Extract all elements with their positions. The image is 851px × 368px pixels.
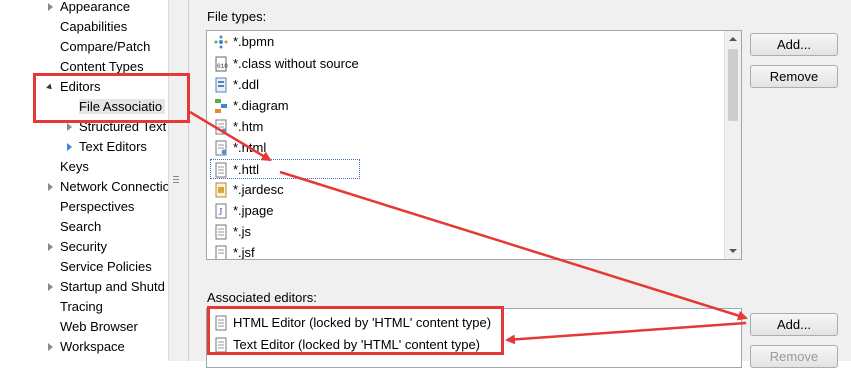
tree-item-perspectives[interactable]: Perspectives xyxy=(60,197,134,217)
list-item[interactable]: *.diagram xyxy=(211,96,721,116)
tree-item-network-connections[interactable]: Network Connectio xyxy=(46,177,170,197)
expand-arrow-icon[interactable] xyxy=(46,337,56,357)
tree-item-content-types[interactable]: Content Types xyxy=(60,57,144,77)
expand-arrow-icon[interactable] xyxy=(46,0,56,17)
html-file-icon xyxy=(215,119,227,135)
file-types-list[interactable]: *.bpmn 010 *.class without source *.ddl … xyxy=(206,30,742,260)
preferences-tree: Appearance Capabilities Compare/Patch Co… xyxy=(0,0,170,361)
list-item[interactable]: 010 *.class without source xyxy=(211,54,721,74)
file-types-scrollbar[interactable] xyxy=(724,31,741,259)
tree-item-editors[interactable]: Editors xyxy=(46,77,100,97)
collapse-arrow-icon[interactable] xyxy=(46,77,56,97)
list-item[interactable]: *.jardesc xyxy=(211,180,721,200)
file-types-label: File types: xyxy=(207,9,267,24)
add-editor-button[interactable]: Add... xyxy=(750,313,838,336)
ddl-icon xyxy=(215,77,227,93)
remove-editor-button[interactable]: Remove xyxy=(750,345,838,368)
text-file-icon xyxy=(215,162,227,178)
list-item-selected[interactable]: *.httl xyxy=(210,159,360,179)
associated-editors-label: Associated editors: xyxy=(207,290,317,305)
expand-arrow-icon[interactable] xyxy=(46,177,56,197)
html-file-icon xyxy=(215,140,227,156)
tree-item-compare-patch[interactable]: Compare/Patch xyxy=(60,37,150,57)
grip-icon xyxy=(173,176,181,184)
scroll-up-arrow-icon[interactable] xyxy=(729,37,737,41)
tree-item-search[interactable]: Search xyxy=(60,217,101,237)
scroll-down-arrow-icon[interactable] xyxy=(729,249,737,253)
svg-text:010: 010 xyxy=(217,63,228,70)
scroll-thumb[interactable] xyxy=(728,49,738,121)
sash-splitter[interactable] xyxy=(168,0,189,361)
diagram-icon xyxy=(215,99,227,113)
expand-arrow-icon[interactable] xyxy=(65,117,75,137)
list-item[interactable]: *.bpmn xyxy=(211,32,721,52)
list-item[interactable]: *.ddl xyxy=(211,75,721,95)
tree-item-file-associations[interactable]: File Associatio xyxy=(79,97,166,117)
class-file-icon: 010 xyxy=(215,56,228,72)
bpmn-icon xyxy=(214,35,228,49)
tree-item-keys[interactable]: Keys xyxy=(60,157,89,177)
tree-item-service-policies[interactable]: Service Policies xyxy=(60,257,152,277)
html-editor-icon xyxy=(215,315,227,331)
list-item[interactable]: Text Editor (locked by 'HTML' content ty… xyxy=(211,335,721,355)
jardesc-icon xyxy=(215,182,227,198)
tree-item-security[interactable]: Security xyxy=(46,237,107,257)
list-item[interactable]: *.js xyxy=(211,222,721,242)
tree-item-workspace[interactable]: Workspace xyxy=(46,337,125,357)
list-item[interactable]: J *.jpage xyxy=(211,201,721,221)
expand-arrow-icon[interactable] xyxy=(46,277,56,297)
tree-item-capabilities[interactable]: Capabilities xyxy=(60,17,127,37)
list-item[interactable]: *.html xyxy=(211,138,721,158)
expand-arrow-icon[interactable] xyxy=(46,237,56,257)
tree-item-appearance[interactable]: Appearance xyxy=(46,0,130,17)
add-file-type-button[interactable]: Add... xyxy=(750,33,838,56)
jpage-icon: J xyxy=(215,203,227,219)
tree-item-web-browser[interactable]: Web Browser xyxy=(60,317,138,337)
tree-item-tracing[interactable]: Tracing xyxy=(60,297,103,317)
list-item[interactable]: HTML Editor (locked by 'HTML' content ty… xyxy=(211,313,721,333)
list-item[interactable]: *.htm xyxy=(211,117,721,137)
expand-arrow-icon[interactable] xyxy=(65,137,75,157)
list-item[interactable]: *.jsf xyxy=(211,243,721,259)
tree-item-structured-text[interactable]: Structured Text xyxy=(65,117,166,137)
js-file-icon xyxy=(215,224,227,240)
associated-editors-list[interactable]: HTML Editor (locked by 'HTML' content ty… xyxy=(206,308,742,368)
tree-item-text-editors[interactable]: Text Editors xyxy=(65,137,147,157)
remove-file-type-button[interactable]: Remove xyxy=(750,65,838,88)
tree-item-startup-shutdown[interactable]: Startup and Shutd xyxy=(46,277,165,297)
text-editor-icon xyxy=(215,337,227,353)
jsf-file-icon xyxy=(215,245,227,259)
svg-text:J: J xyxy=(219,207,223,218)
